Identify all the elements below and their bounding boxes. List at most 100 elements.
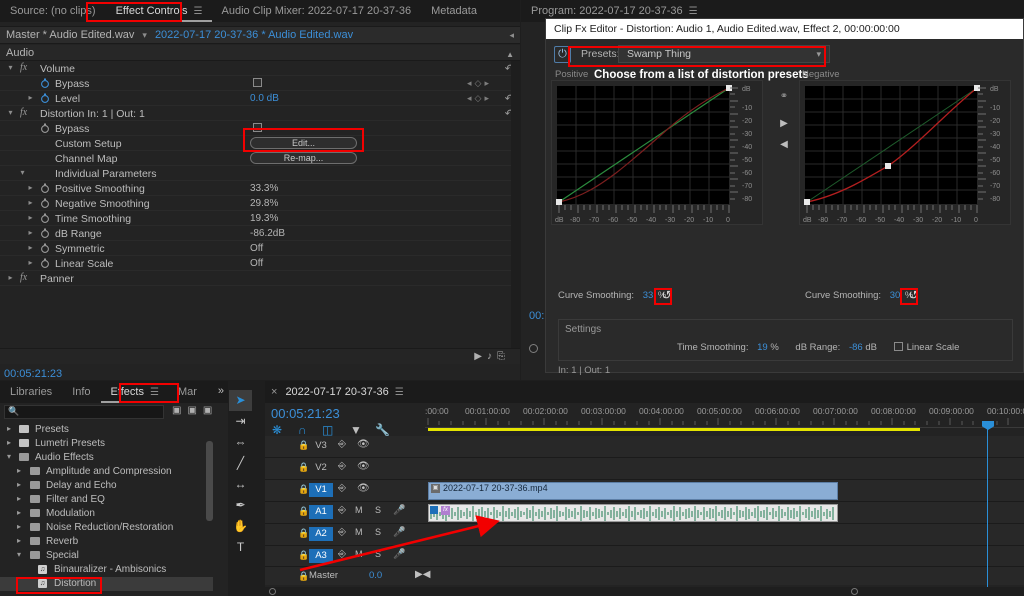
mute-button[interactable]: M (355, 549, 363, 559)
track-header-a2[interactable]: 🔒 A2 ⎆ M S 🎤 (265, 524, 425, 545)
stopwatch-icon[interactable] (40, 93, 50, 103)
mute-button[interactable]: M (355, 527, 363, 537)
lock-icon[interactable]: 🔒 (298, 571, 309, 582)
lock-icon[interactable]: 🔒 (298, 528, 309, 539)
microphone-icon[interactable]: 🎤 (393, 505, 405, 516)
keyframe-nav[interactable]: ◂◇▸ (467, 93, 492, 104)
track-name[interactable]: V1 (309, 483, 333, 497)
reset-right-button[interactable]: ↺ (905, 288, 922, 303)
snap-icon[interactable]: ∩ (298, 423, 307, 437)
target-track-icon[interactable]: ⎆ (338, 483, 346, 494)
stopwatch-icon[interactable] (40, 213, 50, 223)
stopwatch-icon[interactable] (40, 258, 50, 268)
tab-metadata[interactable]: Metadata (421, 0, 487, 22)
effects-tree-item-special[interactable]: ▾ Special (0, 549, 213, 563)
search-input[interactable]: 🔍 (4, 405, 164, 419)
expand-arrow-icon[interactable]: ▾ (6, 63, 15, 72)
fx-row-value[interactable]: 29.8% (250, 198, 278, 209)
track-name[interactable]: V3 (309, 439, 333, 453)
eye-icon[interactable]: 👁 (357, 483, 370, 494)
panel-menu-icon[interactable]: ☰ (395, 387, 404, 398)
fx-row-channel-map[interactable]: Channel Map Re-map... (0, 151, 520, 166)
db-range-value[interactable]: -86 (849, 342, 863, 353)
fx-row-value[interactable]: 19.3% (250, 213, 278, 224)
track-row-v3[interactable]: 🔒 V3 ⎆ 👁 (265, 436, 1024, 458)
effects-tree-item-presets[interactable]: ▸ Presets (0, 423, 213, 437)
effects-tree-item-delay-and-echo[interactable]: ▸ Delay and Echo (0, 479, 213, 493)
chevron-down-icon[interactable]: ▾ (816, 46, 821, 62)
stopwatch-icon[interactable] (40, 228, 50, 238)
fx-row-time-smoothing[interactable]: ▸ Time Smoothing 19.3% (0, 211, 520, 226)
master-volume-value[interactable]: 0.0 (369, 570, 382, 581)
selection-tool[interactable]: ➤ (229, 390, 252, 411)
track-row-v2[interactable]: 🔒 V2 ⎆ 👁 (265, 458, 1024, 480)
collapse-arrow-icon[interactable]: ◂ (509, 30, 514, 41)
expand-arrow-icon[interactable]: ▾ (18, 168, 27, 177)
close-icon[interactable]: × (271, 386, 277, 398)
track-name[interactable]: A2 (309, 527, 333, 541)
positive-distortion-graph[interactable]: dB -10 -20 -30 -40 -50 -60 -70 -80 dB -80 -70 -6… (552, 81, 762, 224)
lock-icon[interactable]: 🔒 (298, 484, 309, 495)
fx-row-individual-parameters[interactable]: ▾ Individual Parameters (0, 166, 520, 181)
solo-button[interactable]: S (375, 505, 381, 515)
footer-icons[interactable]: ▶♪⎘ (474, 351, 510, 362)
fx-row-positive-smoothing[interactable]: ▸ Positive Smoothing 33.3% (0, 181, 520, 196)
fx-row-value[interactable]: Off (250, 243, 263, 254)
target-track-icon[interactable]: ⎆ (338, 527, 346, 538)
linked-selection-icon[interactable]: ◫ (322, 423, 333, 437)
curve-smoothing-right-value[interactable]: 30 (890, 290, 901, 301)
audio-clip[interactable]: fx (428, 504, 838, 522)
copy-right-icon[interactable]: ▶ (774, 118, 794, 129)
tab-libraries[interactable]: Libraries (0, 381, 62, 403)
tab-audio-clip-mixer[interactable]: Audio Clip Mixer: 2022-07-17 20-37-36 (212, 0, 422, 22)
expand-arrow-icon[interactable]: ▾ (6, 108, 15, 117)
tab-source[interactable]: Source: (no clips) (0, 0, 106, 22)
negative-distortion-graph[interactable]: dB -10 -20 -30 -40 -50 -60 -70 -80 dB -80 -70 -6… (800, 81, 1010, 224)
track-row-a1[interactable]: 🔒 A1 ⎆ M S 🎤 fx (265, 502, 1024, 524)
ripple-edit-tool[interactable]: ⇔ (229, 432, 252, 453)
effects-tree-item-lumetri-presets[interactable]: ▸ Lumetri Presets (0, 437, 213, 451)
edit-button[interactable]: Edit... (250, 137, 357, 149)
fx-row-db-range[interactable]: ▸ dB Range -86.2dB (0, 226, 520, 241)
expand-arrow-icon[interactable]: ▸ (26, 243, 35, 252)
effects-tree-item-amplitude-and-compression[interactable]: ▸ Amplitude and Compression (0, 465, 213, 479)
track-row-master[interactable]: 🔒 Master 0.0 ▶◀ (265, 567, 1024, 585)
zoom-handle-left[interactable] (269, 588, 276, 595)
fx-row-custom-setup[interactable]: Custom Setup Edit... (0, 136, 520, 151)
expand-arrow-icon[interactable]: ▸ (17, 494, 21, 503)
fx-row-linear-scale[interactable]: ▸ Linear Scale Off (0, 256, 520, 271)
collapse-arrow-icon[interactable]: ▾ (7, 452, 11, 461)
eye-icon[interactable]: 👁 (357, 461, 370, 472)
expand-arrow-icon[interactable]: ▸ (7, 424, 11, 433)
hand-tool[interactable]: ✋ (229, 516, 252, 537)
fx-row-volume[interactable]: ▾ fx Volume ↶ (0, 61, 520, 76)
bypass-checkbox[interactable] (253, 123, 262, 132)
program-marker-icon[interactable] (529, 344, 538, 353)
track-header-v1[interactable]: 🔒 V1 ⎆ 👁 (265, 480, 425, 501)
tab-effect-controls[interactable]: Effect Controls ☰ (105, 0, 212, 22)
expand-arrow-icon[interactable]: ▸ (26, 228, 35, 237)
expand-arrow-icon[interactable]: ▸ (17, 466, 21, 475)
fx-row-distortion-bypass[interactable]: Bypass (0, 121, 520, 136)
track-name[interactable]: A3 (309, 549, 333, 563)
stopwatch-icon[interactable] (40, 198, 50, 208)
stopwatch-icon[interactable] (40, 123, 50, 133)
tab-markers[interactable]: Mar (168, 381, 207, 403)
fx-row-value[interactable]: -86.2dB (250, 228, 285, 239)
expand-arrow-icon[interactable]: ▸ (17, 522, 21, 531)
reset-left-button[interactable]: ↺ (658, 288, 675, 303)
more-tabs-icon[interactable]: » (218, 385, 224, 397)
effects-filter-icons[interactable]: ▣▣▣ (172, 405, 218, 416)
effects-tree-item-binauralizer-ambisonics[interactable]: ♫ Binauralizer - Ambisonics (0, 563, 213, 577)
settings-wrench-icon[interactable]: 🔧 (375, 423, 390, 437)
effects-tree-item-filter-and-eq[interactable]: ▸ Filter and EQ (0, 493, 213, 507)
track-row-a3[interactable]: 🔒 A3 ⎆ M S 🎤 (265, 546, 1024, 567)
expand-arrow-icon[interactable]: ▸ (26, 198, 35, 207)
effect-controls-timecode[interactable]: 00:05:21:23 (4, 368, 62, 380)
expand-arrow-icon[interactable]: ▸ (17, 508, 21, 517)
selected-clip-label[interactable]: 2022-07-17 20-37-36 * Audio Edited.wav (155, 29, 353, 41)
target-track-icon[interactable]: ⎆ (338, 461, 346, 472)
expand-arrow-icon[interactable]: ▸ (26, 93, 35, 102)
fx-row-volume-level[interactable]: ▸ Level 0.0 dB ◂◇▸ ↶ (0, 91, 520, 106)
fx-row-negative-smoothing[interactable]: ▸ Negative Smoothing 29.8% (0, 196, 520, 211)
